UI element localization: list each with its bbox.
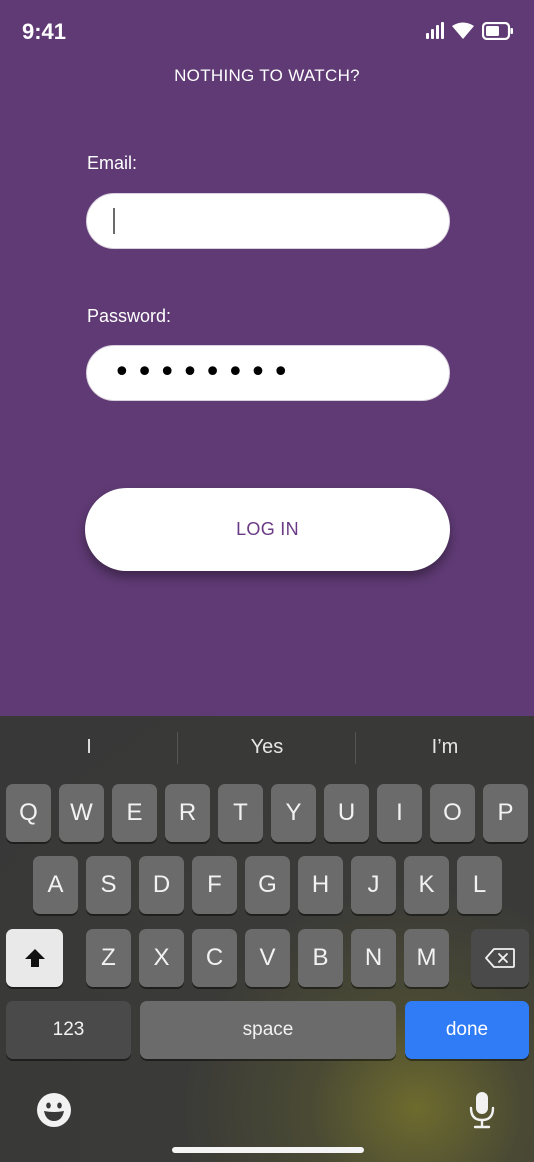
- numbers-key[interactable]: 123: [6, 1001, 131, 1059]
- key-u[interactable]: U: [324, 784, 369, 842]
- key-g[interactable]: G: [245, 856, 290, 914]
- status-bar: 9:41: [0, 0, 534, 62]
- login-screen: 9:41 NOTHING TO WATCH? Email: Password: …: [0, 0, 534, 716]
- text-cursor: [113, 208, 115, 234]
- status-icons: [426, 20, 514, 42]
- password-label: Password:: [87, 306, 172, 326]
- key-w[interactable]: W: [59, 784, 104, 842]
- email-label: Email:: [87, 153, 138, 173]
- on-screen-keyboard: I Yes I’m Q W E R T Y U I O P A S D F G …: [0, 716, 534, 1162]
- key-a[interactable]: A: [33, 856, 78, 914]
- login-button[interactable]: LOG IN: [85, 488, 450, 571]
- shift-key[interactable]: [6, 929, 63, 987]
- key-b[interactable]: B: [298, 929, 343, 987]
- status-time: 9:41: [22, 19, 67, 44]
- backspace-icon: [485, 948, 515, 968]
- key-z[interactable]: Z: [86, 929, 131, 987]
- emoji-icon[interactable]: [36, 1092, 72, 1128]
- space-key[interactable]: space: [140, 1001, 396, 1059]
- key-m[interactable]: M: [404, 929, 449, 987]
- key-q[interactable]: Q: [6, 784, 51, 842]
- key-d[interactable]: D: [139, 856, 184, 914]
- email-field[interactable]: [86, 193, 450, 249]
- suggestion-item[interactable]: Yes: [178, 736, 356, 759]
- key-j[interactable]: J: [351, 856, 396, 914]
- shift-arrow-icon: [24, 949, 45, 967]
- key-r[interactable]: R: [165, 784, 210, 842]
- wifi-icon: [452, 22, 474, 39]
- key-e[interactable]: E: [112, 784, 157, 842]
- battery-icon: [482, 22, 513, 40]
- home-indicator[interactable]: [172, 1147, 364, 1153]
- page-title: NOTHING TO WATCH?: [174, 66, 360, 85]
- done-key[interactable]: done: [405, 1001, 529, 1059]
- microphone-icon[interactable]: [468, 1090, 496, 1130]
- key-o[interactable]: O: [430, 784, 475, 842]
- cellular-signal-icon: [426, 22, 444, 39]
- key-s[interactable]: S: [86, 856, 131, 914]
- key-h[interactable]: H: [298, 856, 343, 914]
- key-k[interactable]: K: [404, 856, 449, 914]
- password-value: ••••••••: [113, 355, 295, 390]
- key-f[interactable]: F: [192, 856, 237, 914]
- key-y[interactable]: Y: [271, 784, 316, 842]
- suggestion-bar: I Yes I’m: [0, 716, 534, 780]
- key-n[interactable]: N: [351, 929, 396, 987]
- key-l[interactable]: L: [457, 856, 502, 914]
- password-field[interactable]: ••••••••: [86, 345, 450, 401]
- key-p[interactable]: P: [483, 784, 528, 842]
- key-x[interactable]: X: [139, 929, 184, 987]
- key-i[interactable]: I: [377, 784, 422, 842]
- key-t[interactable]: T: [218, 784, 263, 842]
- key-c[interactable]: C: [192, 929, 237, 987]
- key-v[interactable]: V: [245, 929, 290, 987]
- suggestion-item[interactable]: I’m: [356, 736, 534, 759]
- backspace-key[interactable]: [471, 929, 529, 987]
- suggestion-item[interactable]: I: [0, 736, 178, 759]
